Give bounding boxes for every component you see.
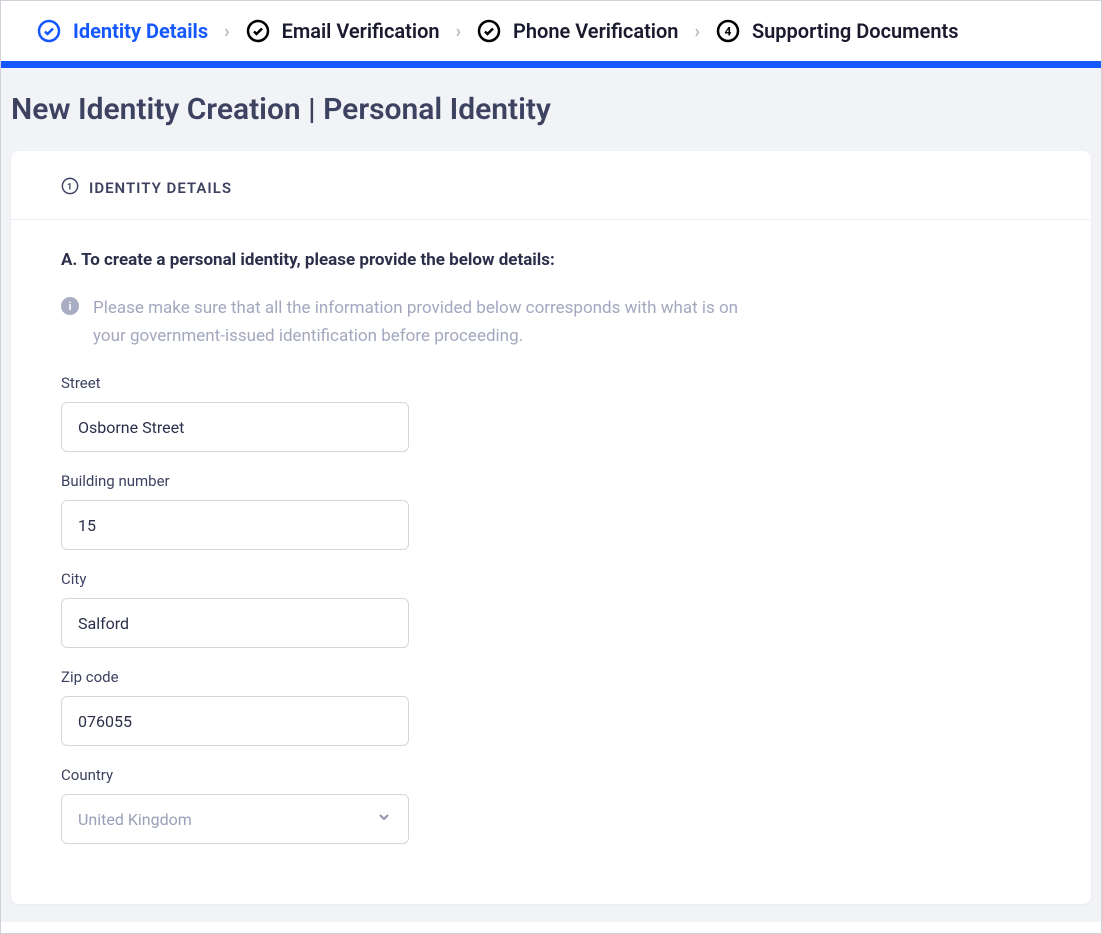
step-phone-verification[interactable]: Phone Verification [477,19,678,43]
chevron-right-icon: › [456,21,461,42]
zip-input[interactable] [61,696,409,746]
chevron-right-icon: › [694,21,699,42]
step-label: Identity Details [73,19,208,43]
country-select[interactable]: United Kingdom [61,794,409,844]
step-number-icon: 4 [716,19,740,43]
step-identity-details[interactable]: Identity Details [37,19,208,43]
circled-one-icon: 1 [61,177,79,199]
identity-details-card: 1 IDENTITY DETAILS A. To create a person… [11,151,1091,904]
step-label: Supporting Documents [752,19,959,43]
info-icon: i [61,297,79,315]
check-circle-icon [246,19,270,43]
step-label: Email Verification [282,19,440,43]
building-input[interactable] [61,500,409,550]
info-callout: i Please make sure that all the informat… [61,294,1041,350]
chevron-down-icon [376,809,392,829]
street-label: Street [61,374,1041,392]
step-email-verification[interactable]: Email Verification [246,19,440,43]
svg-text:4: 4 [724,25,731,39]
card-header: 1 IDENTITY DETAILS [11,151,1091,220]
country-label: Country [61,766,1041,784]
info-text: Please make sure that all the informatio… [93,294,773,350]
street-input[interactable] [61,402,409,452]
step-label: Phone Verification [513,19,678,43]
zip-label: Zip code [61,668,1041,686]
page-title: New Identity Creation | Personal Identit… [1,68,1101,151]
wizard-stepper: Identity Details › Email Verification › … [1,1,1101,61]
chevron-right-icon: › [224,21,229,42]
city-label: City [61,570,1041,588]
building-label: Building number [61,472,1041,490]
card-header-label: IDENTITY DETAILS [89,179,232,197]
check-circle-icon [37,19,61,43]
step-supporting-documents[interactable]: 4 Supporting Documents [716,19,959,43]
city-input[interactable] [61,598,409,648]
svg-text:1: 1 [67,183,73,193]
check-circle-icon [477,19,501,43]
progress-bar [1,61,1101,68]
country-selected-value: United Kingdom [78,810,192,829]
section-intro: A. To create a personal identity, please… [61,250,1041,270]
